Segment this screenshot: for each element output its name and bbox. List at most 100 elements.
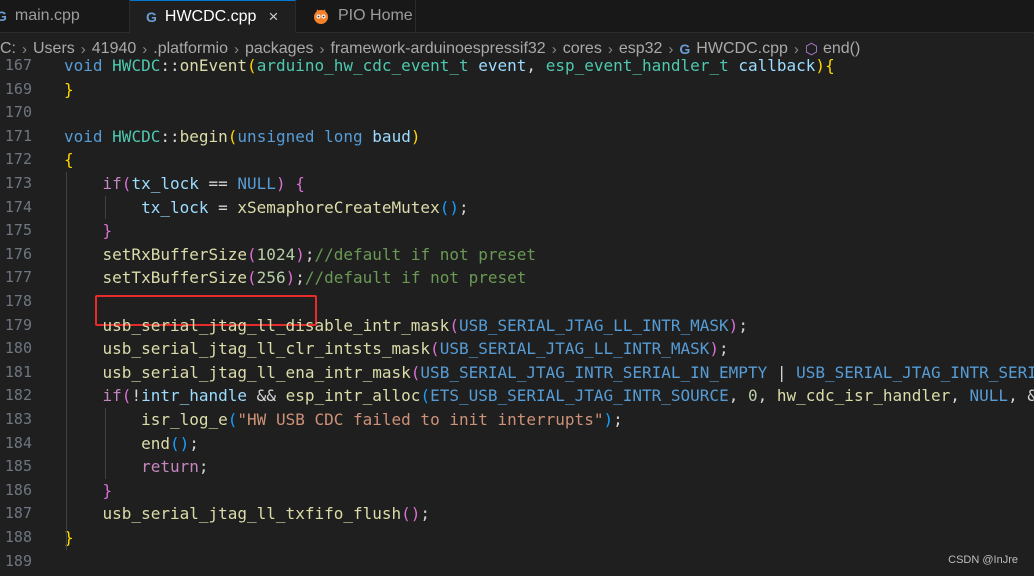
code-token: tx_lock [131,174,199,193]
code-token: if [102,386,122,406]
code-token: setRxBufferSize [102,244,248,264]
code-token: USB_SERIAL_JTAG_LL_INTR_MASK [458,315,729,335]
code-token: callback [738,56,816,75]
code-token: ; [198,457,209,477]
chevron-right-icon: › [668,40,674,58]
chevron-right-icon: › [22,40,27,58]
code-token: void [64,56,103,75]
code-token: usb_serial_jtag_ll_txfifo_flush [102,504,402,524]
code-token: ; [189,433,199,453]
code-token: hw_cdc_isr_handler [776,386,951,406]
line-number: 177 [4,268,32,287]
code-text: } [64,219,113,242]
code-token: USB_SERIAL_JTAG_INTR_SERIAL_IN_EMPTY [420,362,768,382]
line-number: 184 [4,433,32,452]
code-token: ( [247,244,257,264]
line-number: 172 [4,150,32,169]
code-token: unsigned [237,126,315,146]
code-token: ; [295,268,305,288]
code-token: ( [227,410,238,429]
code-token: { [825,56,835,75]
line-number: 171 [4,126,32,145]
indent-guide [66,172,67,550]
line-number: 169 [4,79,32,98]
line-number: 175 [4,221,32,240]
code-token: ( [121,386,132,406]
code-token: if [102,174,122,193]
code-token: onEvent [179,56,248,75]
code-token: { [64,150,74,170]
code-token: :: [160,126,180,146]
code-token: usb_serial_jtag_ll_ena_intr_mask [102,362,411,382]
code-token: esp_intr_alloc [285,386,421,406]
code-text: if(!intr_handle && esp_intr_alloc(ETS_US… [64,384,1034,407]
code-token: USB_SERIAL_JTAG_INTR_SERIAL_OUT_RECV_PKT [796,362,1034,382]
code-token: == [198,174,238,193]
tab-main-cpp[interactable]: Gmain.cpp [0,0,130,32]
code-token: HWCDC [112,56,161,75]
code-token: ; [719,339,729,359]
code-token: //default if not preset [304,268,527,288]
code-token: ! [131,386,142,406]
code-token: () [169,433,190,453]
platformio-icon [312,7,330,25]
code-token: HWCDC [112,126,161,146]
code-token: tx_lock [141,197,209,217]
code-token: :: [160,56,180,75]
code-editor[interactable]: 167 void HWCDC::onEvent(arduino_hw_cdc_ev… [0,56,1034,576]
code-token: "HW USB CDC failed to init interrupts" [237,410,604,429]
line-number: 173 [4,174,32,192]
code-token: , [728,386,748,406]
line-number: 183 [4,410,32,428]
cpp-file-icon: G [146,9,157,25]
tab-label: main.cpp [14,7,80,24]
code-token: esp_event_handler_t [545,56,729,75]
chevron-right-icon: › [80,40,86,58]
code-token: setTxBufferSize [102,268,248,288]
code-token: ; [420,504,431,524]
tab-label: HWCDC.cpp [164,8,257,25]
code-token: ) [295,244,305,264]
code-token: 1024 [256,244,296,264]
code-token: } [64,79,74,99]
code-token: ( [121,174,132,193]
code-text: end(); [64,432,199,455]
code-token: ) [410,126,421,146]
tab-pio-home[interactable]: PIO Home [296,0,416,32]
code-text: void HWCDC::onEvent(arduino_hw_cdc_event… [64,56,835,77]
tab-label: PIO Home [338,7,413,24]
code-token: long [324,126,363,146]
code-text: usb_serial_jtag_ll_clr_intsts_mask(USB_S… [64,337,729,360]
code-token: NULL [969,386,1009,406]
code-text: usb_serial_jtag_ll_ena_intr_mask(USB_SER… [64,361,1034,384]
code-token: //default if not preset [314,244,537,264]
code-token: ( [247,268,257,288]
code-token: ( [247,56,257,75]
code-token: NULL [237,174,276,193]
code-text: void HWCDC::begin(unsigned long baud) [64,125,420,148]
cpp-file-icon: G [679,41,691,57]
code-token: ) [728,315,739,335]
code-token: , [950,386,970,406]
code-token: ( [430,339,440,359]
cpp-file-icon: G [0,8,7,24]
code-text: if(tx_lock == NULL) { [64,172,305,195]
code-token: end [141,433,170,453]
code-token: 256 [256,268,286,288]
tab-hwcdc-cpp[interactable]: G HWCDC.cpp × [130,0,296,33]
code-token: ; [613,410,623,429]
code-text: { [64,148,74,171]
close-icon[interactable]: × [268,7,278,27]
line-number: 181 [4,362,32,381]
code-token: ; [458,197,469,217]
